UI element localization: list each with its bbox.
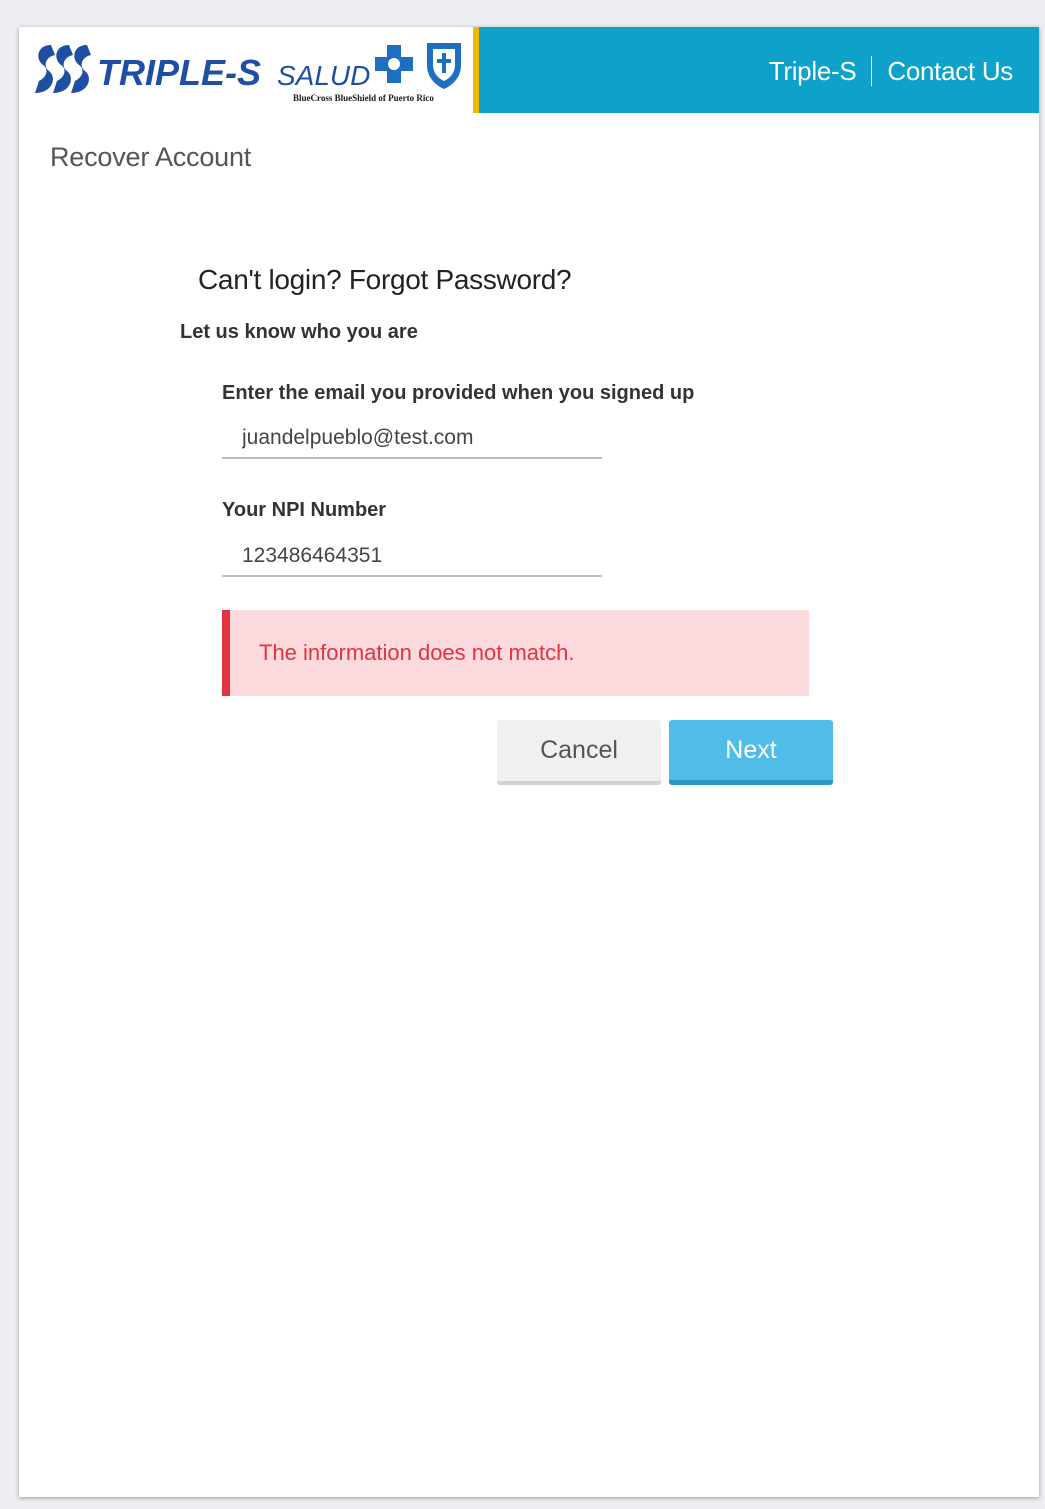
blue-cross-icon — [375, 45, 413, 83]
top-nav-bar: Triple-S Contact Us — [479, 27, 1039, 113]
cancel-button[interactable]: Cancel — [497, 720, 661, 785]
email-field-label: Enter the email you provided when you si… — [222, 382, 695, 404]
blue-shield-icon — [427, 43, 461, 89]
triple-s-logo[interactable]: TRIPLE-S SALUD BlueCross BlueShield of P… — [31, 37, 467, 107]
logo-wordmark: TRIPLE-S — [97, 52, 261, 93]
error-alert: The information does not match. — [222, 610, 809, 696]
npi-number-field[interactable] — [222, 537, 602, 577]
recover-account-page: TRIPLE-S SALUD BlueCross BlueShield of P… — [19, 27, 1039, 1497]
logo-area: TRIPLE-S SALUD BlueCross BlueShield of P… — [19, 27, 473, 113]
email-field[interactable] — [222, 419, 602, 459]
nav-separator — [871, 56, 873, 86]
npi-field-label: Your NPI Number — [222, 499, 387, 521]
page-title: Recover Account — [50, 142, 252, 172]
error-message: The information does not match. — [259, 640, 575, 665]
nav-links: Triple-S Contact Us — [769, 54, 1013, 88]
form-heading: Can't login? Forgot Password? — [198, 264, 572, 295]
nav-link-contact-us[interactable]: Contact Us — [887, 54, 1013, 88]
header: TRIPLE-S SALUD BlueCross BlueShield of P… — [19, 27, 1039, 113]
form-subheading: Let us know who you are — [180, 321, 418, 343]
logo-subline: BlueCross BlueShield of Puerto Rico — [293, 93, 434, 103]
next-button[interactable]: Next — [669, 720, 833, 785]
logo-tagline: SALUD — [277, 60, 370, 91]
sss-mark-icon — [35, 45, 91, 93]
nav-link-triple-s[interactable]: Triple-S — [769, 54, 857, 88]
